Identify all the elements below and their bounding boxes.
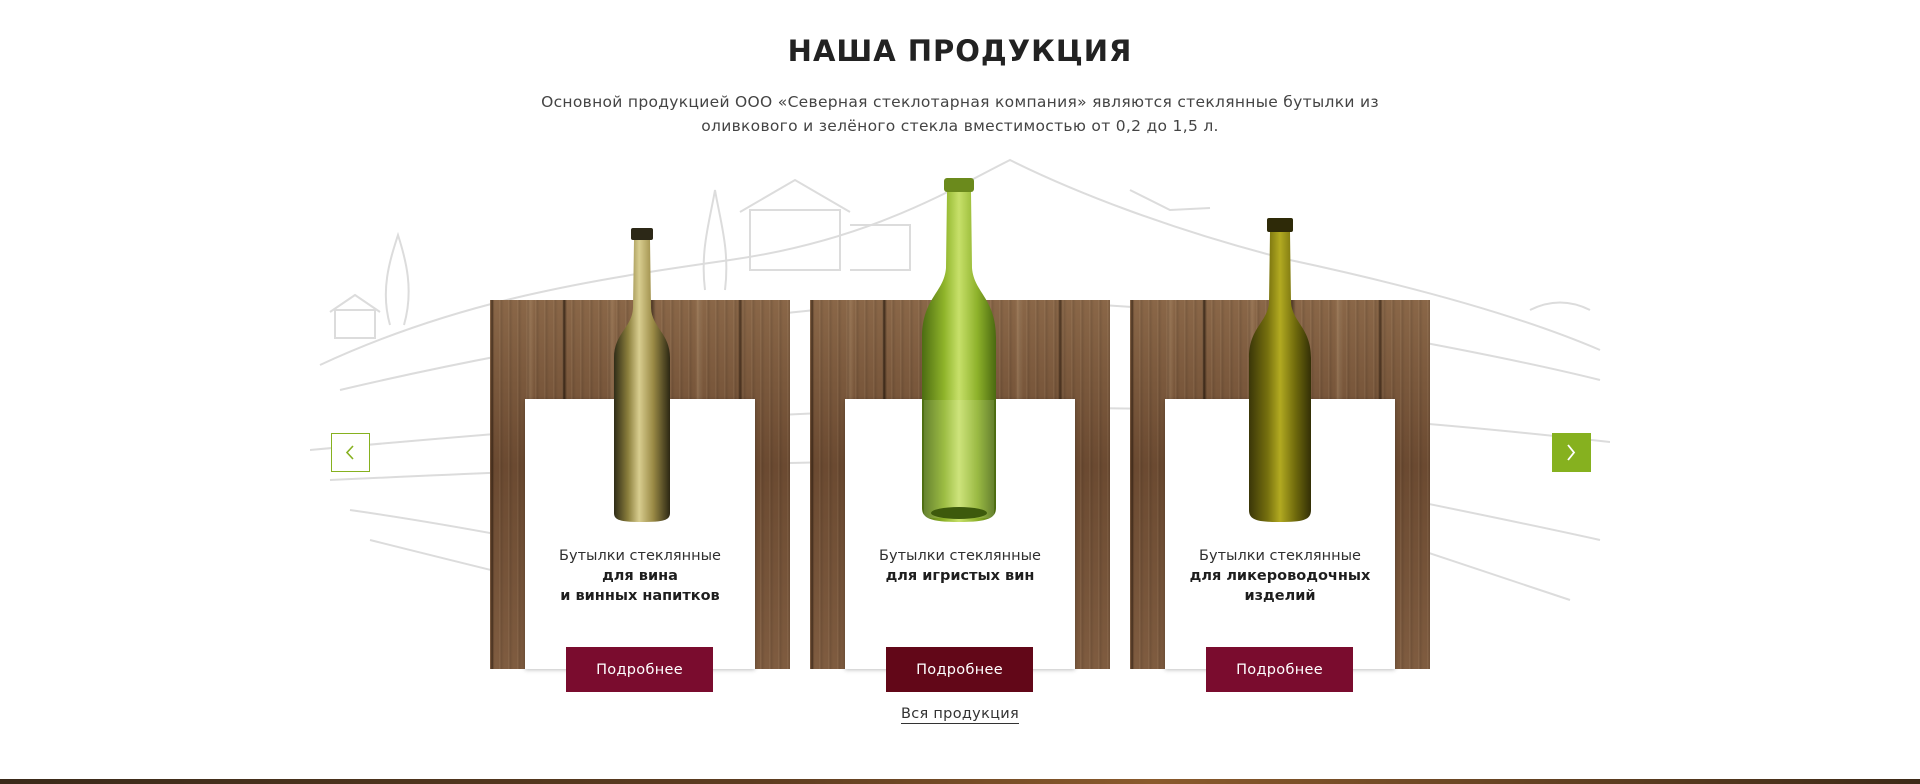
product-title-line1: Бутылки стеклянные [559,548,721,564]
product-title: Бутылки стеклянные для вина и винных нап… [525,546,755,606]
product-title-line3: и винных напитков [560,588,720,604]
product-card-liquor: Бутылки стеклянные для ликероводочных из… [1130,218,1430,692]
next-section-edge [0,779,1920,784]
details-button[interactable]: Подробнее [566,647,713,692]
carousel-next-button[interactable] [1552,433,1591,472]
section-subtitle: Основной продукцией ООО «Северная стекло… [541,93,1379,135]
product-title-line1: Бутылки стеклянные [1199,548,1361,564]
product-title: Бутылки стеклянные для ликероводочных из… [1165,546,1395,606]
product-card-sparkling: Бутылки стеклянные для игристых вин Подр… [810,178,1110,692]
carousel-prev-button[interactable] [331,433,370,472]
chevron-left-icon [345,445,354,460]
details-button[interactable]: Подробнее [1206,647,1353,692]
product-title-line3: изделий [1244,588,1316,604]
all-products-link-wrapper: Вся продукция [0,706,1920,724]
wine-bottle-image [614,228,670,522]
sparkling-wine-bottle-image [922,178,996,522]
product-title: Бутылки стеклянные для игристых вин [845,546,1075,586]
product-title-line2: для ликероводочных [1189,568,1371,584]
product-title-line2: для вина [602,568,678,584]
chevron-right-icon [1567,444,1576,461]
all-products-link[interactable]: Вся продукция [900,706,1020,724]
liquor-bottle-image [1249,218,1311,522]
product-card-wine: Бутылки стеклянные для вина и винных нап… [490,228,790,692]
product-title-line2: для игристых вин [885,568,1035,584]
section-title: НАША ПРОДУКЦИЯ [787,34,1133,68]
product-title-line1: Бутылки стеклянные [879,548,1041,564]
details-button[interactable]: Подробнее [886,647,1033,692]
